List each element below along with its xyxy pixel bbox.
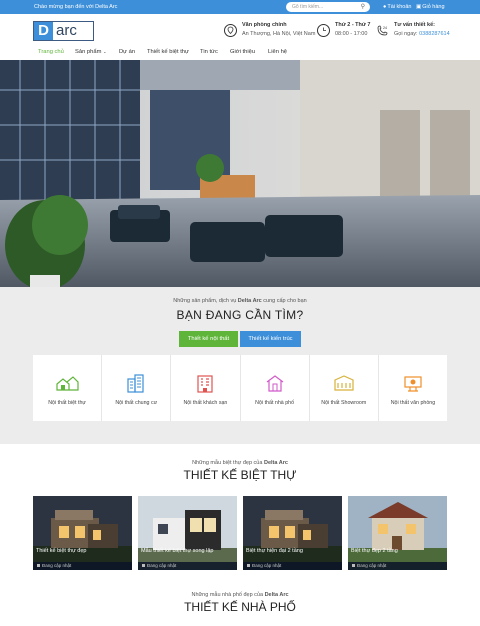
logo-mark: D (34, 22, 53, 40)
nav-item-home[interactable]: Trang chủ (38, 49, 64, 55)
villa-card[interactable]: Mẫu thiết kế biệt thự song lập Đang cập … (138, 496, 237, 570)
logo-text: arc (56, 22, 77, 39)
consult-title: Tư vấn thiết kế: (394, 22, 435, 28)
status-icon (247, 564, 250, 567)
find-subtitle: Những sản phẩm, dịch vụ Delta Arc cung c… (173, 298, 307, 304)
cart-icon: ▣ (416, 4, 422, 10)
showroom-icon (334, 375, 354, 391)
villa-section: Những mẫu biệt thự đẹp của Delta Arc THI… (0, 444, 480, 584)
townhouse-icon (266, 375, 283, 392)
villa-card[interactable]: Thiết kế biệt thự đẹp Đang cập nhật (33, 496, 132, 570)
villa-card-image (138, 496, 237, 570)
phone-24h-icon: 24 (376, 24, 389, 37)
tab-architecture-design[interactable]: Thiết kế kiến trúc (240, 331, 301, 347)
account-link[interactable]: ●Tài khoản (383, 4, 411, 10)
header: D arc Văn phòng chính An Thượng, Hà Nội,… (0, 14, 480, 46)
nav-item-products[interactable]: Sản phẩm ⌄ (75, 49, 106, 55)
tab-interior-design[interactable]: Thiết kế nội thất (179, 331, 238, 347)
villa-card[interactable]: Biệt thự hiện đại 2 tầng Đang cập nhật (243, 496, 342, 570)
hours-title: Thứ 2 - Thứ 7 (335, 22, 371, 28)
logo[interactable]: D arc (33, 21, 94, 41)
nav-item-villa-design[interactable]: Thiết kế biệt thự (147, 49, 189, 55)
hotel-icon (197, 375, 214, 393)
location-icon (224, 24, 237, 37)
villa-card[interactable]: Biệt thự đẹp 2 tầng Đang cập nhật (348, 496, 447, 570)
nav-item-about[interactable]: Giới thiệu (230, 49, 255, 55)
consult-prefix: Gọi ngay: (394, 31, 418, 37)
office-icon (404, 376, 422, 392)
nav-item-news[interactable]: Tin tức (200, 49, 218, 55)
chevron-down-icon: ⌄ (103, 49, 107, 54)
villa-card-image (348, 496, 447, 570)
find-heading: BẠN ĐANG CẦN TÌM? (176, 308, 304, 322)
clock-icon (317, 24, 330, 37)
villa-card-image (33, 496, 132, 570)
category-card-townhouse[interactable]: Nội thất nhà phố (241, 355, 310, 421)
status-icon (352, 564, 355, 567)
main-nav: Trang chủ Sản phẩm ⌄ Dự án Thiết kế biệt… (0, 46, 480, 60)
category-cards: Nội thất biệt thự Nội thất chung cư Nội … (33, 355, 447, 421)
status-icon (37, 564, 40, 567)
hero-image (0, 60, 480, 287)
search-icon[interactable]: ⚲ (361, 3, 365, 10)
office-address: An Thượng, Hà Nội, Việt Nam (242, 31, 316, 37)
category-card-hotel[interactable]: Nội thất khách sạn (171, 355, 241, 421)
villa-icon (56, 376, 79, 391)
category-card-apartment[interactable]: Nội thất chung cư (102, 355, 172, 421)
top-bar: Chào mừng bạn đến với Delta Arc Gõ tìm k… (0, 0, 480, 14)
villa-heading: THIẾT KẾ BIỆT THỰ (183, 468, 297, 482)
hours-time: 08:00 - 17:00 (335, 31, 368, 37)
category-card-showroom[interactable]: Nội thất Showroom (310, 355, 379, 421)
office-info: Văn phòng chính An Thượng, Hà Nội, Việt … (224, 22, 315, 37)
hours-info: Thứ 2 - Thứ 7 08:00 - 17:00 (317, 22, 370, 37)
townhouse-section: Những mẫu nhà phố đẹp của Delta Arc THIẾ… (0, 584, 480, 626)
villa-subtitle: Những mẫu biệt thự đẹp của Delta Arc (192, 460, 288, 466)
consult-info: 24 Tư vấn thiết kế: Gọi ngay: 0388287614 (376, 22, 450, 37)
search-placeholder: Gõ tìm kiếm... (292, 4, 324, 10)
category-card-office[interactable]: Nội thất văn phòng (379, 355, 447, 421)
apartment-icon (127, 374, 144, 393)
nav-item-projects[interactable]: Dự án (119, 49, 135, 55)
welcome-text: Chào mừng bạn đến với Delta Arc (34, 4, 118, 10)
villa-card-image (243, 496, 342, 570)
townhouse-subtitle: Những mẫu nhà phố đẹp của Delta Arc (191, 592, 289, 598)
category-card-villa[interactable]: Nội thất biệt thự (33, 355, 103, 421)
search-input[interactable]: Gõ tìm kiếm... ⚲ (286, 2, 370, 12)
office-title: Văn phòng chính (242, 22, 287, 28)
user-icon: ● (383, 4, 387, 10)
find-section: Những sản phẩm, dịch vụ Delta Arc cung c… (0, 287, 480, 444)
townhouse-heading: THIẾT KẾ NHÀ PHỐ (184, 600, 296, 614)
status-icon (142, 564, 145, 567)
cart-link[interactable]: ▣Giỏ hàng (416, 4, 445, 10)
svg-text:24: 24 (383, 26, 387, 30)
nav-item-contact[interactable]: Liên hệ (268, 49, 287, 55)
hero-banner (0, 60, 480, 287)
consult-phone[interactable]: 0388287614 (419, 31, 450, 37)
